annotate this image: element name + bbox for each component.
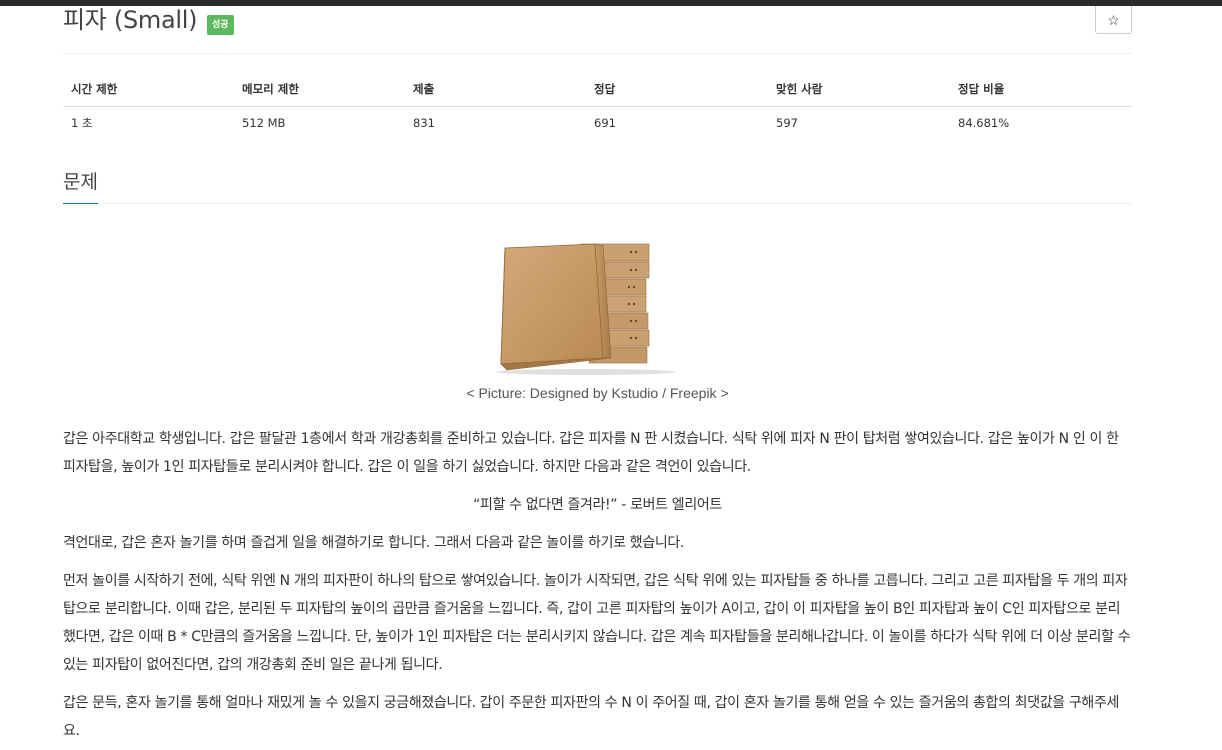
header-memory-limit: 메모리 제한 [234,76,405,107]
problem-section-header: 문제 [63,168,1132,204]
star-button[interactable]: ☆ [1095,6,1132,34]
section-title: 문제 [63,168,98,204]
description-paragraph-2: 격언대로, 갑은 혼자 놀기를 하며 즐겁게 일을 해결하기로 합니다. 그래서… [63,535,685,551]
memory-limit-value: 512 MB [242,115,286,130]
problem-info-table: 시간 제한 메모리 제한 제출 정답 맞힌 사람 정답 비율 1 초 512 M… [63,76,1132,139]
status-badge: 성공 [207,15,234,35]
image-caption: < Picture: Designed by Kstudio / Freepik… [466,385,729,401]
header-submissions: 제출 [405,76,586,107]
problem-title: 피자 (Small) [63,6,198,34]
submissions-value: 831 [413,115,435,130]
accepted-value: 691 [594,115,616,130]
pizza-boxes-illustration [496,243,676,375]
header-time-limit: 시간 제한 [63,76,234,107]
description-paragraph-3: 먼저 놀이를 시작하기 전에, 식탁 위엔 N 개의 피자판이 하나의 탑으로 … [63,573,1131,673]
solvers-value: 597 [776,115,798,130]
front-pizza-box [500,243,612,371]
header-solvers: 맞힌 사람 [768,76,950,107]
table-row: 1 초 512 MB 831 691 597 84.681% [63,106,1132,139]
time-limit-value: 1 초 [71,115,93,130]
star-icon: ☆ [1107,11,1120,28]
description-paragraph-4: 갑은 문득, 혼자 놀기를 통해 얼마나 재밌게 놀 수 있을지 궁금해졌습니다… [63,695,1120,739]
description-paragraph-1: 갑은 아주대학교 학생입니다. 갑은 팔달관 1층에서 학과 개강총회를 준비하… [63,431,1119,475]
header-accepted: 정답 [586,76,768,107]
table-header-row: 시간 제한 메모리 제한 제출 정답 맞힌 사람 정답 비율 [63,76,1132,107]
problem-container: 피자 (Small) 성공 ☆ 시간 제한 메모리 제한 제출 정답 맞힌 사람… [63,6,1132,739]
quote-paragraph: “피할 수 없다면 즐겨라!” - 로버트 엘리어트 [473,497,722,513]
problem-description: 갑은 아주대학교 학생입니다. 갑은 팔달관 1층에서 학과 개강총회를 준비하… [63,425,1132,750]
pizza-boxes-image [491,234,691,376]
accept-ratio-value: 84.681% [958,115,1010,130]
header-accept-ratio: 정답 비율 [950,76,1132,107]
problem-header: 피자 (Small) 성공 ☆ [63,6,1132,54]
